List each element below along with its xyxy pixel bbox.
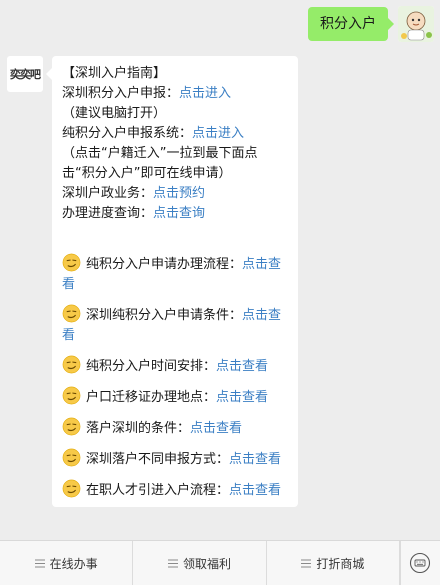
- topic-label: 纯积分入户时间安排：: [86, 359, 217, 374]
- guide-link[interactable]: 点击进入: [192, 126, 244, 141]
- guide-line-label: （点击“户籍迁入”一拉到最下面点击“积分入户”即可在线申请）: [62, 146, 258, 181]
- topic-item: 纯积分入户时间安排：点击查看: [62, 355, 290, 377]
- smirk-emoji-icon: [62, 386, 81, 405]
- guide-line: 深圳户政业务：点击预约: [62, 184, 290, 204]
- topic-item: 落户深圳的条件：点击查看: [62, 417, 290, 439]
- topic-item: 纯积分入户申请办理流程：点击查看: [62, 253, 290, 295]
- guide-line-label: （建议电脑打开）: [62, 106, 167, 121]
- topic-label: 户口迁移证办理地点：: [86, 390, 217, 405]
- topic-label: 深圳落户不同申报方式：: [86, 452, 230, 467]
- cartoon-avatar-icon: [398, 6, 434, 42]
- topic-item: 深圳纯积分入户申请条件：点击查看: [62, 304, 290, 346]
- official-account-avatar[interactable]: 奕奕吧: [7, 56, 43, 92]
- topic-item: 深圳落户不同申报方式：点击查看: [62, 448, 290, 470]
- menu-lines-icon: [34, 559, 45, 568]
- topic-label: 在职人才引进入户流程：: [86, 483, 230, 498]
- smirk-emoji-icon: [62, 417, 81, 436]
- smirk-emoji-icon: [62, 253, 81, 272]
- smirk-emoji-icon: [62, 355, 81, 374]
- guide-line: （点击“户籍迁入”一拉到最下面点击“积分入户”即可在线申请）: [62, 144, 290, 184]
- guide-line-label: 办理进度查询：: [62, 206, 154, 221]
- keyboard-toggle-button[interactable]: [399, 541, 440, 585]
- topic-item: 在职人才引进入户流程：点击查看: [62, 479, 290, 501]
- outgoing-message: 积分入户: [308, 6, 434, 42]
- topic-label: 深圳纯积分入户申请条件：: [86, 308, 243, 323]
- guide-link[interactable]: 点击查询: [153, 206, 205, 221]
- guide-line-label: 深圳积分入户申报：: [62, 86, 180, 101]
- guide-header: 【深圳入户指南】: [62, 66, 167, 81]
- topic-link[interactable]: 点击查看: [190, 421, 242, 436]
- smirk-emoji-icon: [62, 479, 81, 498]
- user-avatar[interactable]: [398, 6, 434, 42]
- guide-line-label: 深圳户政业务：: [62, 186, 154, 201]
- guide-link[interactable]: 点击进入: [179, 86, 231, 101]
- guide-line: 深圳积分入户申报：点击进入: [62, 84, 290, 104]
- menu-item-benefits[interactable]: 领取福利: [133, 541, 267, 585]
- menu-item-discount-mall[interactable]: 打折商城: [267, 541, 400, 585]
- topic-link[interactable]: 点击查看: [229, 452, 281, 467]
- guide-line: 办理进度查询：点击查询: [62, 204, 290, 224]
- topic-link[interactable]: 点击查看: [229, 483, 281, 498]
- topic-label: 纯积分入户申请办理流程：: [86, 257, 243, 272]
- smirk-emoji-icon: [62, 304, 81, 323]
- guide-line: 纯积分入户申报系统：点击进入: [62, 124, 290, 144]
- topic-link[interactable]: 点击查看: [216, 390, 268, 405]
- outgoing-bubble[interactable]: 积分入户: [308, 7, 394, 41]
- menu-item-label: 领取福利: [182, 556, 231, 571]
- bottom-menu-bar: 在线办事 领取福利 打折商城: [0, 540, 440, 585]
- menu-item-label: 在线办事: [49, 556, 98, 571]
- topic-label: 落户深圳的条件：: [86, 421, 191, 436]
- guide-line: （建议电脑打开）: [62, 104, 290, 124]
- topic-link[interactable]: 点击查看: [216, 359, 268, 374]
- menu-item-online-service[interactable]: 在线办事: [0, 541, 134, 585]
- menu-lines-icon: [167, 559, 178, 568]
- topic-item: 户口迁移证办理地点：点击查看: [62, 386, 290, 408]
- guide-line-label: 纯积分入户申报系统：: [62, 126, 193, 141]
- chat-area: 积分入户 奕奕吧 【深圳入户指南】 深圳积分入户申报：点击进入 （建议电脑打开）…: [0, 0, 440, 540]
- keyboard-toggle-icon: [410, 552, 431, 574]
- menu-item-label: 打折商城: [316, 556, 365, 571]
- menu-lines-icon: [301, 559, 312, 568]
- smirk-emoji-icon: [62, 448, 81, 467]
- incoming-bubble: 【深圳入户指南】 深圳积分入户申报：点击进入 （建议电脑打开） 纯积分入户申报系…: [46, 56, 298, 507]
- incoming-message: 奕奕吧 【深圳入户指南】 深圳积分入户申报：点击进入 （建议电脑打开） 纯积分入…: [7, 56, 298, 507]
- guide-link[interactable]: 点击预约: [153, 186, 205, 201]
